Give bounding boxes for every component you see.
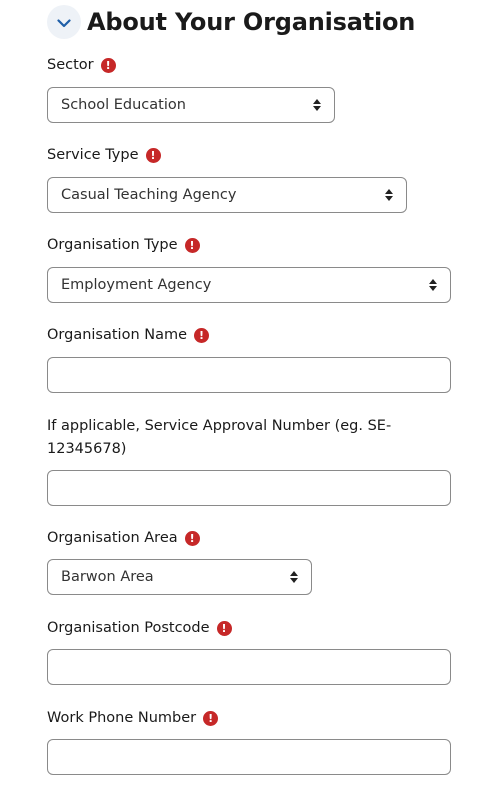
collapse-section-button[interactable] [47, 5, 81, 39]
work-phone-label-text: Work Phone Number [47, 710, 197, 726]
organisation-postcode-label-text: Organisation Postcode [47, 620, 210, 636]
required-icon: ! [194, 327, 210, 343]
required-icon: ! [216, 620, 232, 636]
organisation-area-select-value: Barwon Area [61, 569, 154, 585]
service-type-select-value: Casual Teaching Agency [61, 187, 237, 203]
service-approval-input[interactable] [47, 470, 451, 506]
required-icon: ! [184, 237, 200, 253]
organisation-type-label: Organisation Type ! [47, 237, 200, 253]
work-phone-label: Work Phone Number ! [47, 710, 219, 726]
organisation-postcode-input[interactable] [47, 649, 451, 685]
organisation-name-label: Organisation Name ! [47, 327, 210, 343]
sector-label: Sector ! [47, 57, 116, 73]
organisation-area-label-text: Organisation Area [47, 530, 178, 546]
sort-arrows-icon [428, 279, 438, 291]
sort-arrows-icon [289, 571, 299, 583]
service-type-label: Service Type ! [47, 147, 161, 163]
sector-label-text: Sector [47, 57, 94, 73]
work-phone-input[interactable] [47, 739, 451, 775]
required-icon: ! [184, 530, 200, 546]
organisation-type-select[interactable]: Employment Agency [47, 267, 451, 303]
section-header: About Your Organisation [47, 4, 415, 40]
service-type-select[interactable]: Casual Teaching Agency [47, 177, 407, 213]
chevron-down-icon [57, 13, 71, 32]
organisation-area-select[interactable]: Barwon Area [47, 559, 312, 595]
section-title: About Your Organisation [87, 8, 416, 36]
organisation-type-label-text: Organisation Type [47, 237, 178, 253]
organisation-type-select-value: Employment Agency [61, 277, 212, 293]
service-type-label-text: Service Type [47, 147, 139, 163]
service-approval-label: If applicable, Service Approval Number (… [47, 418, 392, 457]
sector-select[interactable]: School Education [47, 87, 335, 123]
required-icon: ! [100, 57, 116, 73]
organisation-name-input[interactable] [47, 357, 451, 393]
required-icon: ! [203, 710, 219, 726]
organisation-postcode-label: Organisation Postcode ! [47, 620, 232, 636]
sort-arrows-icon [312, 99, 322, 111]
required-icon: ! [145, 147, 161, 163]
sort-arrows-icon [384, 189, 394, 201]
sector-select-value: School Education [61, 97, 186, 113]
organisation-name-label-text: Organisation Name [47, 327, 188, 343]
organisation-area-label: Organisation Area ! [47, 530, 200, 546]
